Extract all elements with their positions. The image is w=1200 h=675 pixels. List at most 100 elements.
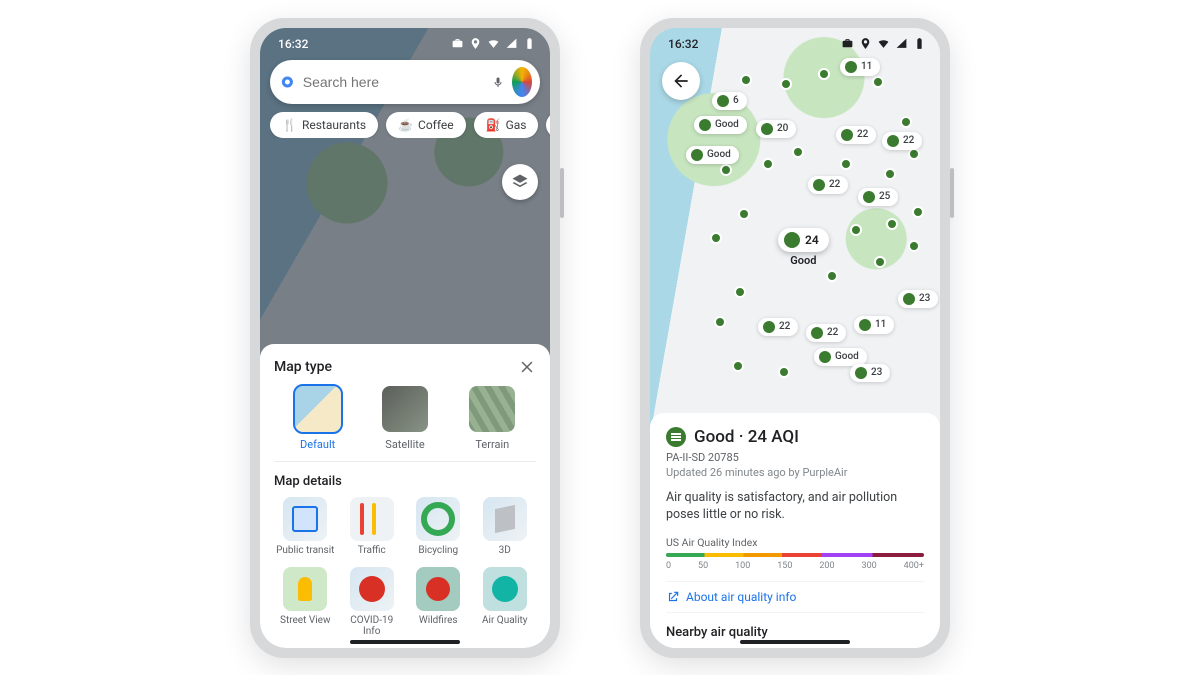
aqi-dot[interactable]	[734, 286, 746, 298]
aqi-pill[interactable]: 11	[840, 58, 880, 76]
aqi-dot-icon	[717, 95, 729, 107]
account-avatar[interactable]	[512, 67, 532, 97]
aqi-dot[interactable]	[738, 208, 750, 220]
aqi-headline: Good · 24 AQI	[666, 427, 924, 447]
map-detail-label: Bicycling	[407, 545, 470, 557]
aqi-pill[interactable]: 22	[758, 318, 798, 336]
aqi-dot-icon	[859, 319, 871, 331]
category-chip[interactable]: 🛒Grocer	[546, 112, 550, 138]
map-detail-traffic[interactable]: Traffic	[341, 497, 404, 557]
aqi-dot-icon	[784, 232, 800, 248]
aqi-dot[interactable]	[912, 206, 924, 218]
map-detail-thumb	[416, 567, 460, 611]
aqi-dot[interactable]	[710, 232, 722, 244]
aqi-pill[interactable]: 22	[882, 132, 922, 150]
category-chip[interactable]: ☕Coffee	[386, 112, 466, 138]
aqi-legend-tick: 150	[777, 561, 792, 571]
location-icon	[469, 37, 482, 50]
close-icon[interactable]	[518, 358, 536, 376]
aqi-dot[interactable]	[872, 76, 884, 88]
aqi-focused-station[interactable]: 24 Good	[778, 228, 829, 267]
back-button[interactable]	[662, 62, 700, 100]
aqi-dot-icon	[845, 61, 857, 73]
map-detail-covid[interactable]: COVID-19 Info	[341, 567, 404, 638]
aqi-pill[interactable]: 22	[836, 126, 876, 144]
chip-icon: 🍴	[282, 118, 297, 132]
aqi-dot-icon	[841, 129, 853, 141]
map-type-terrain[interactable]: Terrain	[469, 386, 515, 451]
aqi-dot[interactable]	[886, 218, 898, 230]
map-type-thumb	[469, 386, 515, 432]
aqi-dot[interactable]	[900, 116, 912, 128]
aqi-pill[interactable]: Good	[694, 116, 747, 134]
aqi-dot[interactable]	[884, 168, 896, 180]
aqi-pill[interactable]: 23	[898, 290, 938, 308]
map-detail-street[interactable]: Street View	[274, 567, 337, 638]
about-air-quality-link[interactable]: About air quality info	[666, 581, 924, 613]
aqi-pill[interactable]: 23	[850, 364, 890, 382]
aqi-dot-icon	[763, 321, 775, 333]
map-detail-transit[interactable]: Public transit	[274, 497, 337, 557]
aqi-legend-tick: 50	[698, 561, 708, 571]
aqi-dot[interactable]	[714, 316, 726, 328]
chip-icon: ⛽	[486, 118, 501, 132]
signal-icon	[505, 37, 518, 50]
aqi-dot[interactable]	[840, 158, 852, 170]
map-detail-threeD[interactable]: 3D	[474, 497, 537, 557]
layers-button[interactable]	[502, 164, 538, 200]
aqi-focus-value: 24	[805, 233, 819, 247]
screen-right: 16:32 116Good202222Good222522221123Good2…	[650, 28, 940, 648]
home-indicator[interactable]	[740, 640, 850, 644]
aqi-pill[interactable]: 22	[806, 324, 846, 342]
aqi-pill[interactable]: 22	[808, 176, 848, 194]
search-input[interactable]	[303, 74, 484, 90]
aqi-dot[interactable]	[818, 68, 830, 80]
aqi-dot[interactable]	[792, 146, 804, 158]
aqi-dot[interactable]	[850, 224, 862, 236]
aqi-dot[interactable]	[874, 256, 886, 268]
map-type-label: Default	[295, 438, 341, 451]
aqi-dot[interactable]	[826, 270, 838, 282]
signal-icon	[895, 37, 908, 50]
sheet-title-map-type: Map type	[274, 359, 332, 375]
aqi-dot[interactable]	[778, 366, 790, 378]
map-detail-thumb	[283, 567, 327, 611]
aqi-pill[interactable]: 25	[858, 188, 898, 206]
map-detail-label: Street View	[274, 615, 337, 627]
aqi-dot[interactable]	[780, 78, 792, 90]
map-detail-aqi[interactable]: Air Quality	[474, 567, 537, 638]
map-type-sheet: Map type Default Satellite Terrain Map det…	[260, 344, 550, 648]
aqi-dot[interactable]	[740, 74, 752, 86]
aqi-dot[interactable]	[908, 240, 920, 252]
aqi-pill-label: 23	[871, 367, 882, 378]
category-chip[interactable]: 🍴Restaurants	[270, 112, 378, 138]
aqi-pill[interactable]: 20	[756, 120, 796, 138]
aqi-sep: ·	[739, 427, 748, 447]
map-detail-label: Public transit	[274, 545, 337, 557]
map-detail-thumb	[350, 497, 394, 541]
about-link-label: About air quality info	[686, 590, 796, 604]
aqi-dot[interactable]	[762, 158, 774, 170]
aqi-pill[interactable]: 6	[712, 92, 747, 110]
layers-icon	[510, 172, 530, 192]
map-type-default[interactable]: Default	[295, 386, 341, 451]
category-chip[interactable]: ⛽Gas	[474, 112, 539, 138]
map-detail-fire[interactable]: Wildfires	[407, 567, 470, 638]
map-detail-bike[interactable]: Bicycling	[407, 497, 470, 557]
aqi-dot[interactable]	[732, 360, 744, 372]
map-type-thumb	[295, 386, 341, 432]
category-chip-row[interactable]: 🍴Restaurants ☕Coffee ⛽Gas 🛒Grocer	[270, 112, 550, 138]
aqi-status-text: Good	[694, 427, 734, 447]
aqi-pill[interactable]: Good	[814, 348, 867, 366]
battery-icon	[913, 37, 926, 50]
map-type-sat[interactable]: Satellite	[382, 386, 428, 451]
mic-icon[interactable]	[492, 73, 504, 91]
home-indicator[interactable]	[350, 640, 460, 644]
aqi-sensor-name: PA-II-SD 20785	[666, 451, 924, 464]
aqi-pill[interactable]: Good	[686, 146, 739, 164]
aqi-dot[interactable]	[720, 164, 732, 176]
sheet-title-map-details: Map details	[274, 474, 536, 489]
chip-label: Coffee	[418, 118, 454, 132]
aqi-pill[interactable]: 11	[854, 316, 894, 334]
search-bar[interactable]	[270, 60, 540, 104]
